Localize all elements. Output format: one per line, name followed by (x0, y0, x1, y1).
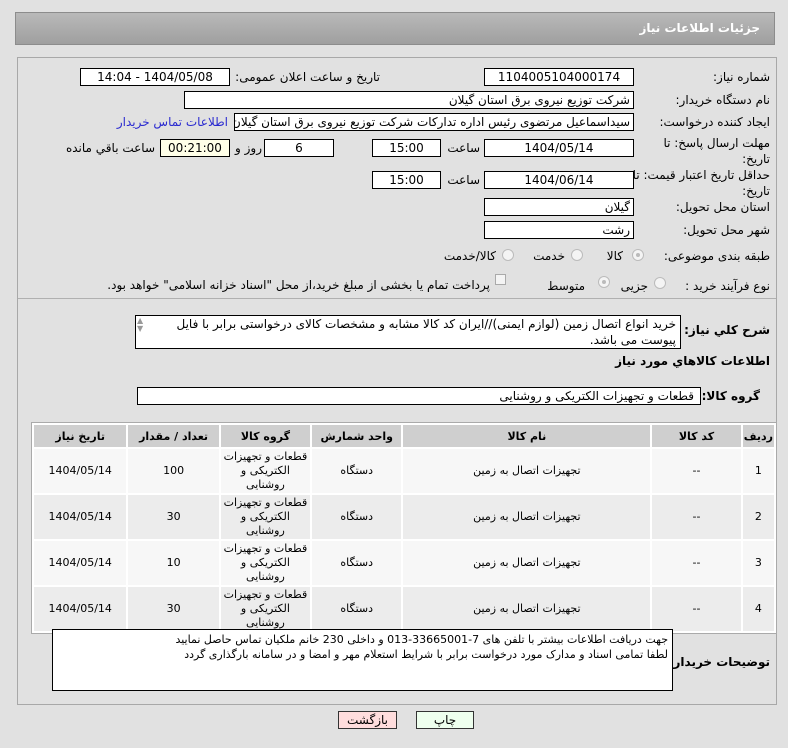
goods-table-wrapper: ردیف کد کالا نام کالا واحد شمارش گروه کا… (31, 422, 777, 634)
col-group: گروه کالا (220, 425, 311, 447)
col-row: ردیف (742, 425, 774, 447)
cell-code: -- (652, 587, 741, 631)
page-header: جزئیات اطلاعات نیاز (15, 12, 775, 45)
description-label: شرح کلي نياز: (684, 323, 770, 337)
col-name: نام کالا (403, 425, 651, 447)
cell-row: 1 (742, 449, 774, 493)
table-row: 3 -- تجهیزات اتصال به زمین دستگاه قطعات و تج… (34, 541, 774, 585)
cell-name: تجهیزات اتصال به زمین (403, 449, 651, 493)
cell-unit: دستگاه (312, 587, 402, 631)
cell-name: تجهیزات اتصال به زمین (403, 541, 651, 585)
contact-info-link[interactable]: اطلاعات تماس خریدار (117, 115, 228, 129)
goods-section-heading: اطلاعات کالاهاي مورد نياز (615, 354, 770, 368)
days-label: روز و (235, 141, 262, 155)
deadline-time-field: 15:00 (372, 139, 441, 157)
remaining-time-field: 00:21:00 (160, 139, 230, 157)
creator-label: ایجاد کننده درخواست: (659, 115, 770, 129)
cell-qty: 30 (128, 587, 219, 631)
cell-row: 3 (742, 541, 774, 585)
validity-time-field: 15:00 (372, 171, 441, 189)
table-header-row: ردیف کد کالا نام کالا واحد شمارش گروه کا… (34, 425, 774, 447)
validity-label: حداقل تاریخ اعتبار قیمت: تا تاریخ: (632, 168, 770, 198)
cell-unit: دستگاه (312, 541, 402, 585)
goods-group-field: قطعات و تجهیزات الکتریکی و روشنایی (137, 387, 701, 405)
validity-time-label: ساعت (447, 173, 480, 187)
goods-group-label: گروه کالا: (701, 389, 760, 403)
page-title: جزئیات اطلاعات نیاز (639, 21, 760, 35)
days-field: 6 (264, 139, 334, 157)
cell-name: تجهیزات اتصال به زمین (403, 495, 651, 539)
category-service-label: خدمت (533, 249, 565, 263)
remaining-label: ساعت باقي مانده (65, 141, 155, 155)
cell-code: -- (652, 541, 741, 585)
buyer-notes-label: توضیحات خریدار: (668, 655, 770, 669)
cell-row: 4 (742, 587, 774, 631)
cell-code: -- (652, 495, 741, 539)
deadline-label: مهلت ارسال پاسخ: تا تاریخ: (663, 136, 770, 166)
col-unit: واحد شمارش (312, 425, 402, 447)
category-goods-radio[interactable] (632, 249, 644, 261)
category-service-radio[interactable] (571, 249, 583, 261)
description-textarea[interactable]: خرید انواع اتصال زمین (لوازم ایمنی)//ایر… (135, 315, 681, 349)
process-minor-label: جزیی (620, 279, 648, 293)
announce-field: 1404/05/08 - 14:04 (80, 68, 230, 86)
table-row: 1 -- تجهیزات اتصال به زمین دستگاه قطعات و تج… (34, 449, 774, 493)
category-both-radio[interactable] (502, 249, 514, 261)
divider (18, 298, 776, 299)
print-button[interactable]: چاپ (416, 711, 474, 729)
cell-qty: 100 (128, 449, 219, 493)
validity-date-field: 1404/06/14 (484, 171, 634, 189)
col-date: تاریخ نیاز (34, 425, 127, 447)
col-code: کد کالا (652, 425, 741, 447)
process-medium-radio[interactable] (598, 276, 610, 288)
table-row: 2 -- تجهیزات اتصال به زمین دستگاه قطعات و تج… (34, 495, 774, 539)
buyer-org-field: شرکت توزیع نیروی برق استان گیلان (184, 91, 634, 109)
process-minor-radio[interactable] (654, 277, 666, 289)
city-label: شهر محل تحویل: (683, 223, 770, 237)
creator-field: سیداسماعیل مرتضوی رئیس اداره تدارکات شرک… (234, 113, 634, 131)
cell-unit: دستگاه (312, 449, 402, 493)
cell-date: 1404/05/14 (34, 587, 127, 631)
cell-name: تجهیزات اتصال به زمین (403, 587, 651, 631)
city-field: رشت (484, 221, 634, 239)
cell-date: 1404/05/14 (34, 495, 127, 539)
treasury-payment-checkbox[interactable] (495, 274, 506, 285)
cell-group: قطعات و تجهیزات الکتریکی و روشنایی (220, 541, 311, 585)
province-label: استان محل تحویل: (675, 200, 770, 214)
process-medium-label: متوسط (547, 279, 585, 293)
category-label: طبقه بندی موضوعی: (663, 249, 770, 263)
category-goods-label: کالا (606, 249, 623, 263)
cell-group: قطعات و تجهیزات الکتریکی و روشنایی (220, 587, 311, 631)
cell-group: قطعات و تجهیزات الکتریکی و روشنایی (220, 495, 311, 539)
deadline-date-field: 1404/05/14 (484, 139, 634, 157)
cell-unit: دستگاه (312, 495, 402, 539)
need-number-label: شماره نیاز: (713, 70, 770, 84)
buyer-org-label: نام دستگاه خریدار: (675, 93, 771, 107)
need-number-field: 1104005104000174 (484, 68, 634, 86)
goods-table: ردیف کد کالا نام کالا واحد شمارش گروه کا… (32, 423, 776, 633)
table-row: 4 -- تجهیزات اتصال به زمین دستگاه قطعات و تج… (34, 587, 774, 631)
buyer-notes-textarea[interactable]: جهت دریافت اطلاعات بیشتر با تلفن های 7-3… (52, 629, 673, 691)
col-qty: تعداد / مقدار (128, 425, 219, 447)
buyer-notes-line-2: لطفا تمامی اسناد و مدارک مورد درخواست بر… (184, 648, 668, 661)
category-both-label: کالا/خدمت (443, 249, 496, 263)
cell-qty: 30 (128, 495, 219, 539)
scroll-arrows-icon[interactable]: ▲ ▼ (137, 317, 143, 333)
cell-date: 1404/05/14 (34, 449, 127, 493)
cell-date: 1404/05/14 (34, 541, 127, 585)
province-field: گیلان (484, 198, 634, 216)
treasury-payment-note: پرداخت تمام یا بخشی از مبلغ خرید،از محل … (107, 278, 490, 292)
cell-row: 2 (742, 495, 774, 539)
cell-qty: 10 (128, 541, 219, 585)
deadline-time-label: ساعت (447, 141, 480, 155)
cell-group: قطعات و تجهیزات الکتریکی و روشنایی (220, 449, 311, 493)
cell-code: -- (652, 449, 741, 493)
announce-label: تاریخ و ساعت اعلان عمومی: (235, 70, 380, 84)
back-button[interactable]: بازگشت (338, 711, 397, 729)
buyer-notes-line-1: جهت دریافت اطلاعات بیشتر با تلفن های 7-3… (175, 633, 668, 646)
process-label: نوع فرآیند خرید : (685, 279, 770, 293)
